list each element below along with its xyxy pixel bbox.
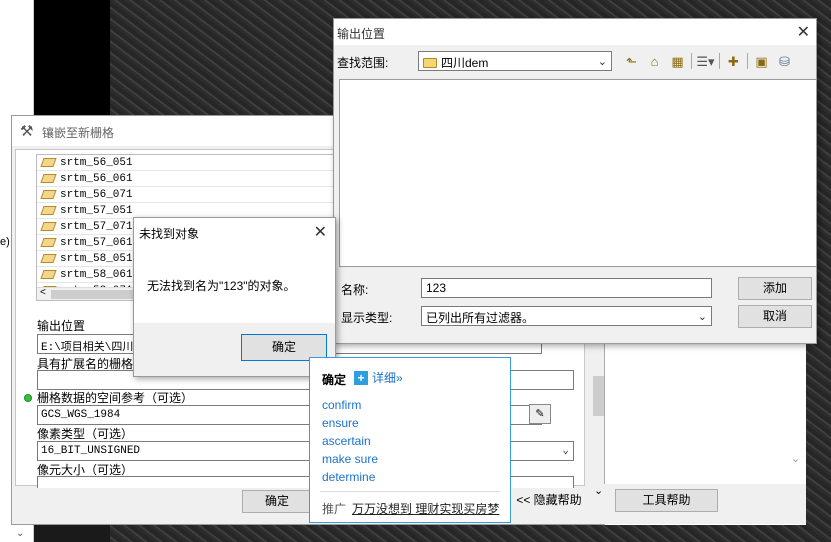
- chevron-down-icon[interactable]: ⌄: [791, 452, 800, 465]
- show-type-select[interactable]: 已列出所有过滤器。 ⌄: [421, 306, 712, 326]
- view-list-icon[interactable]: ☰▾: [696, 52, 715, 71]
- divider: [320, 491, 500, 492]
- raster-icon: [40, 174, 57, 183]
- up-one-level-icon[interactable]: ⬑: [622, 52, 641, 71]
- close-icon[interactable]: ✕: [797, 22, 810, 42]
- look-in-label: 查找范围:: [337, 56, 389, 70]
- help-panel-footer: 工具帮助: [604, 484, 806, 524]
- add-icon[interactable]: +: [354, 370, 368, 385]
- dialog-title: 未找到对象: [139, 227, 200, 241]
- required-indicator-icon: [24, 394, 32, 402]
- spatial-reference-properties-button[interactable]: ✎: [529, 404, 551, 424]
- hide-help-button[interactable]: << 隐藏帮助: [504, 490, 594, 513]
- raster-icon: [40, 238, 57, 247]
- chevron-down-icon: ⌄: [16, 528, 25, 539]
- error-message: 无法找到名为"123"的对象。: [147, 279, 296, 293]
- definition-item[interactable]: ascertain: [322, 434, 378, 452]
- name-label: 名称:: [341, 283, 369, 297]
- scroll-left-icon[interactable]: <: [40, 287, 46, 298]
- ad-line: 推广 万万没想到 理财实现买房梦: [322, 502, 500, 516]
- folder-contents-list[interactable]: [339, 79, 817, 267]
- definition-item[interactable]: determine: [322, 470, 378, 488]
- cancel-button[interactable]: 取消: [738, 305, 812, 328]
- definition-item[interactable]: confirm: [322, 398, 378, 416]
- chevron-down-icon: ⌄: [562, 445, 569, 457]
- message-area: 无法找到名为"123"的对象。: [134, 246, 335, 323]
- navigation-toolbar: ⬑ ⌂ ▦ ☰▾ ✚ ▣ ⛁: [622, 51, 794, 71]
- list-item[interactable]: srtm_56_071: [37, 187, 335, 203]
- raster-icon: [40, 254, 57, 263]
- ok-button[interactable]: 确定: [242, 490, 312, 513]
- chevron-down-icon: ⌄: [697, 311, 707, 323]
- spatial-reference-label: 栅格数据的空间参考（可选）: [37, 391, 194, 405]
- home-icon[interactable]: ⌂: [645, 52, 664, 71]
- folder-icon: [423, 58, 437, 68]
- raster-icon: [40, 222, 57, 231]
- close-icon[interactable]: ✕: [314, 222, 327, 242]
- output-location-dialog: 输出位置 ✕ 查找范围: 四川dem ⌄ ⬑ ⌂ ▦ ☰▾ ✚ ▣ ⛁ 名称: …: [333, 18, 817, 344]
- pixel-type-label: 像素类型（可选）: [37, 427, 134, 441]
- raster-icon: [40, 190, 57, 199]
- toolbar-separator: [691, 53, 692, 69]
- tool-help-button[interactable]: 工具帮助: [615, 489, 718, 512]
- more-details-link[interactable]: + 详细»: [354, 369, 403, 386]
- toolbar-separator: [747, 53, 748, 69]
- black-strip: [34, 0, 110, 120]
- toolbar-separator: [719, 53, 720, 69]
- dialog-title: 输出位置: [337, 27, 386, 41]
- chevron-down-icon: ⌄: [597, 56, 607, 68]
- definition-list: confirm ensure ascertain make sure deter…: [322, 398, 378, 488]
- dialog-title: 镶嵌至新栅格: [42, 126, 115, 140]
- name-input[interactable]: 123: [421, 278, 712, 298]
- raster-icon: [40, 158, 57, 167]
- output-location-label: 输出位置: [37, 319, 86, 333]
- dialog-titlebar[interactable]: 未找到对象 ✕: [134, 218, 335, 246]
- list-item[interactable]: srtm_56_061: [37, 171, 335, 187]
- hammer-icon: ⚒: [20, 123, 34, 140]
- look-in-select[interactable]: 四川dem ⌄: [418, 51, 612, 71]
- dictionary-popup: 确定 + 详细» confirm ensure ascertain make su…: [309, 357, 511, 523]
- lookup-word: 确定: [322, 373, 347, 387]
- definition-item[interactable]: make sure: [322, 452, 378, 470]
- raster-icon: [40, 206, 57, 215]
- left-edge-text: e): [0, 236, 10, 248]
- dialog-titlebar[interactable]: 输出位置 ✕: [334, 19, 816, 45]
- definition-item[interactable]: ensure: [322, 416, 378, 434]
- connect-folder-icon[interactable]: ▦: [668, 52, 687, 71]
- show-type-label: 显示类型:: [341, 311, 393, 325]
- raster-icon: [40, 270, 57, 279]
- ad-link[interactable]: 万万没想到 理财实现买房梦: [352, 502, 499, 516]
- object-not-found-dialog: 未找到对象 ✕ 无法找到名为"123"的对象。 确定: [133, 217, 336, 377]
- database-icon[interactable]: ⛁: [775, 52, 794, 71]
- new-folder-icon[interactable]: ✚: [724, 52, 743, 71]
- list-item[interactable]: srtm_56_051: [37, 155, 335, 171]
- add-button[interactable]: 添加: [738, 277, 812, 300]
- folder-icon[interactable]: ▣: [752, 52, 771, 71]
